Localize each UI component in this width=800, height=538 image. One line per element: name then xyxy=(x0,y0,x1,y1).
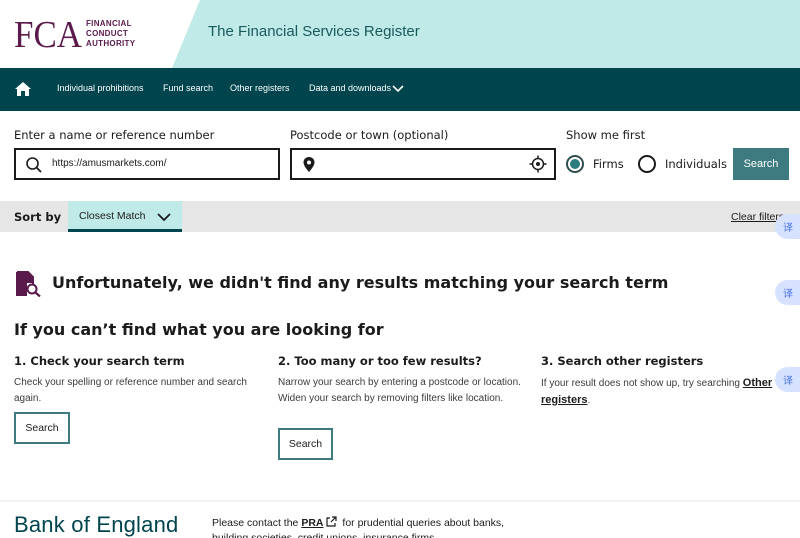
name-label: Enter a name or reference number xyxy=(14,128,215,142)
site-header: FCA FINANCIAL CONDUCT AUTHORITY The Fina… xyxy=(0,0,800,68)
tip-text-check-search: Check your spelling or reference number … xyxy=(14,377,247,404)
individuals-radio-label[interactable]: Individuals xyxy=(665,157,727,171)
nav-fund-search[interactable]: Fund search xyxy=(163,83,213,93)
sort-select-value: Closest Match xyxy=(79,210,146,222)
nav-other-registers[interactable]: Other registers xyxy=(230,83,290,93)
pra-link[interactable]: PRA xyxy=(301,517,323,529)
no-results-message: Unfortunately, we didn't find any result… xyxy=(52,273,669,292)
individuals-radio[interactable] xyxy=(638,155,656,173)
chevron-down-icon[interactable] xyxy=(392,84,404,94)
logo-words: FINANCIAL CONDUCT AUTHORITY xyxy=(86,19,135,49)
tip-text-before-link: If your result does not show up, try sea… xyxy=(541,378,743,389)
firms-radio-label[interactable]: Firms xyxy=(593,157,624,171)
search-button[interactable]: Search xyxy=(733,148,789,180)
logo-text: FCA xyxy=(14,15,83,51)
home-icon[interactable] xyxy=(14,80,32,98)
search-icon xyxy=(26,157,42,173)
tip-search-button-1[interactable]: Search xyxy=(14,412,70,444)
logo-word-3: AUTHORITY xyxy=(86,39,136,48)
translate-icon: 译 xyxy=(783,223,793,234)
show-me-first-label: Show me first xyxy=(566,128,646,142)
tip-text-other-registers: If your result does not show up, try sea… xyxy=(541,375,781,409)
sort-by-label: Sort by xyxy=(14,210,62,224)
tip-heading-check-search: 1. Check your search term xyxy=(14,354,185,368)
translate-widget-2[interactable]: 译 xyxy=(775,280,800,305)
document-search-icon xyxy=(16,271,41,297)
location-pin-icon xyxy=(303,157,315,172)
name-search-input[interactable]: https://amusmarkets.com/ xyxy=(14,148,280,180)
help-heading: If you can’t find what you are looking f… xyxy=(14,320,384,339)
translate-icon: 译 xyxy=(783,289,793,300)
postcode-label: Postcode or town (optional) xyxy=(290,128,449,142)
tip-search-button-2[interactable]: Search xyxy=(278,428,333,460)
tip-text-too-many: Narrow your search by entering a postcod… xyxy=(278,377,521,404)
locate-me-icon[interactable] xyxy=(529,155,547,173)
footer-pra-text: Please contact the PRA for prudential qu… xyxy=(212,516,532,538)
sort-bar: Sort by Closest Match Clear filters xyxy=(0,201,800,232)
tip-text-after-link: . xyxy=(587,395,591,406)
bank-of-england-logo[interactable]: Bank of England xyxy=(14,512,178,538)
postcode-input[interactable] xyxy=(290,148,556,180)
name-search-value: https://amusmarkets.com/ xyxy=(52,158,167,169)
chevron-down-icon xyxy=(157,213,171,222)
external-link-icon xyxy=(326,516,338,527)
footer-divider xyxy=(0,500,800,502)
fca-logo[interactable]: FCA xyxy=(14,15,84,51)
footer-text-before: Please contact the xyxy=(212,517,302,529)
register-title: The Financial Services Register xyxy=(208,23,420,40)
logo-word-2: CONDUCT xyxy=(86,29,129,38)
nav-data-and-downloads[interactable]: Data and downloads xyxy=(309,83,391,93)
main-nav: Individual prohibitions Fund search Othe… xyxy=(0,68,800,111)
translate-icon: 译 xyxy=(783,376,793,387)
firms-radio[interactable] xyxy=(566,155,584,173)
tip-heading-too-many: 2. Too many or too few results? xyxy=(278,354,482,368)
nav-individual-prohibitions[interactable]: Individual prohibitions xyxy=(57,83,144,93)
sort-select[interactable]: Closest Match xyxy=(68,201,182,232)
logo-word-1: FINANCIAL xyxy=(86,19,132,28)
tip-heading-other-registers: 3. Search other registers xyxy=(541,354,704,368)
translate-widget-1[interactable]: 译 xyxy=(775,214,800,239)
